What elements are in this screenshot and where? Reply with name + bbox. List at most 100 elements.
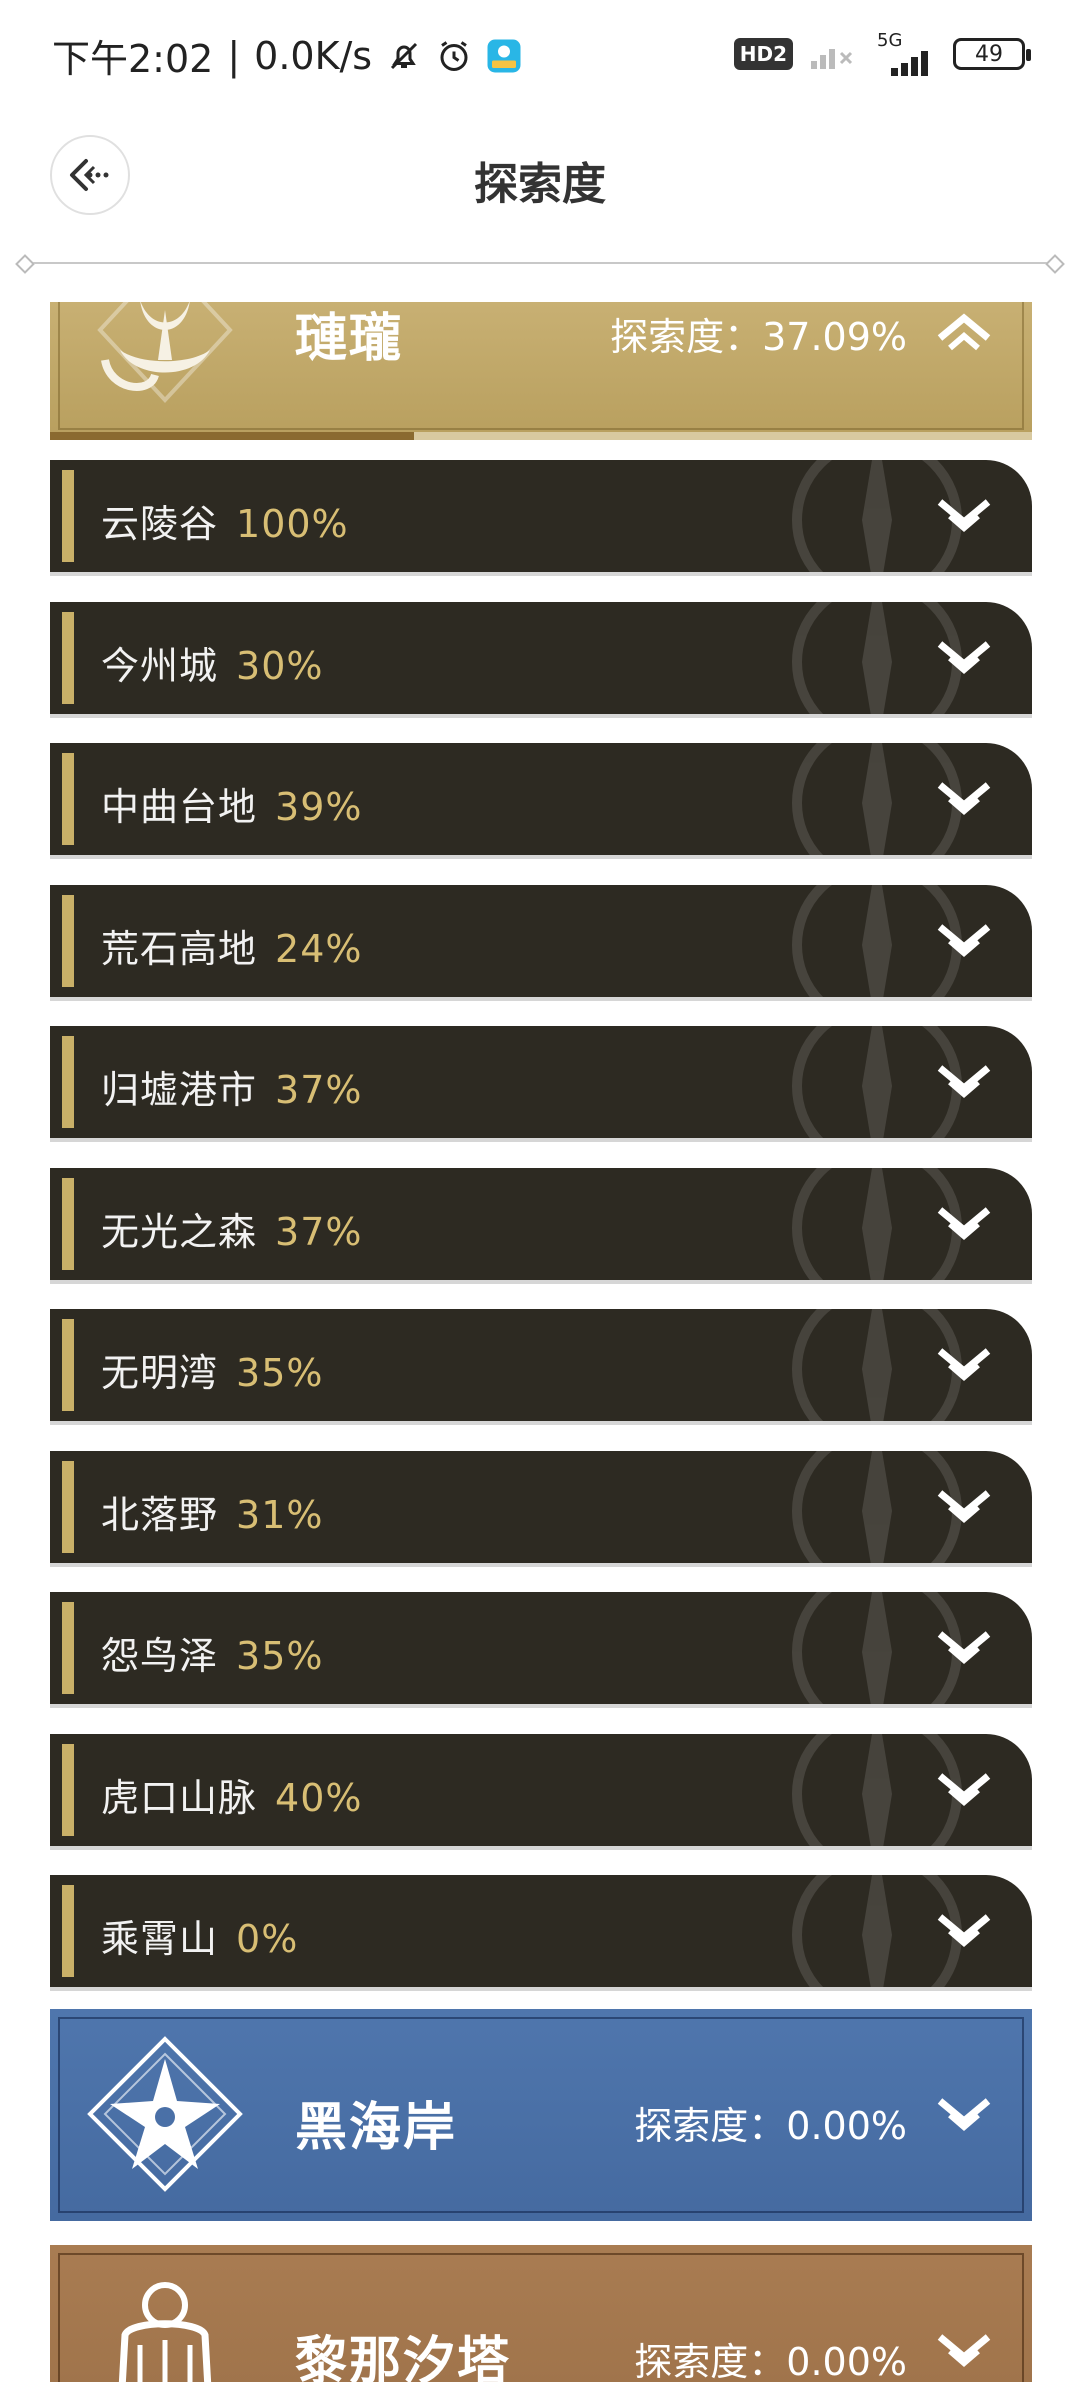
chevron-down-icon[interactable] (934, 1913, 994, 1953)
region-header-heihaian[interactable]: 黑海岸 探索度：0.00% (50, 2009, 1032, 2221)
area-label: 云陵谷 100% (101, 493, 349, 548)
network-type: 5G (877, 30, 903, 51)
chevron-down-icon[interactable] (934, 781, 994, 821)
region-exploration-label: 探索度：37.09% (610, 315, 907, 359)
region-exploration-label: 探索度：0.00% (634, 2340, 907, 2382)
area-accent-bar (62, 1319, 74, 1411)
status-separator: | (227, 33, 241, 78)
area-label: 中曲台地 39% (101, 776, 362, 831)
chevron-down-icon[interactable] (934, 1630, 994, 1670)
status-bar: 下午2:02 | 0.0K/s HD2 5G 49 (0, 0, 1080, 105)
star-emblem-icon (87, 2036, 243, 2192)
area-name: 无明湾 (101, 1351, 219, 1395)
area-accent-bar (62, 1743, 74, 1836)
chevron-down-icon[interactable] (934, 2097, 994, 2137)
chevron-down-icon[interactable] (934, 640, 994, 680)
area-percent: 35% (236, 1351, 324, 1395)
area-label: 虎口山脉 40% (101, 1767, 362, 1822)
region-name: 璉瓏 (295, 309, 404, 369)
signal-weak-icon (811, 49, 853, 69)
area-row[interactable]: 无光之森 37% (50, 1167, 1032, 1284)
header-divider (22, 262, 1058, 264)
app-notification-icon (487, 39, 521, 72)
area-name: 无光之森 (101, 1209, 258, 1254)
area-row[interactable]: 乘霄山 0% (50, 1875, 1032, 1991)
chevron-down-icon[interactable] (934, 1772, 994, 1812)
area-row[interactable]: 今州城 30% (50, 601, 1032, 718)
network-indicator: 5G (877, 32, 935, 76)
chevron-down-icon[interactable] (934, 1206, 994, 1246)
chevron-down-icon[interactable] (934, 1489, 994, 1529)
area-row[interactable]: 云陵谷 100% (50, 460, 1032, 576)
area-name: 云陵谷 (101, 502, 219, 546)
chevron-down-icon[interactable] (934, 1064, 994, 1104)
region-progress-fill (50, 432, 415, 440)
area-label: 今州城 30% (101, 635, 323, 690)
area-percent: 30% (236, 643, 324, 688)
region-header-huanglong[interactable]: 璉瓏 探索度：37.09% (50, 302, 1032, 440)
area-percent: 31% (236, 1492, 324, 1537)
area-accent-bar (62, 470, 74, 562)
chevron-up-icon[interactable] (934, 312, 994, 352)
area-row[interactable]: 怨鸟泽 35% (50, 1592, 1032, 1708)
region-exploration-label: 探索度：0.00% (634, 2104, 907, 2148)
status-left: 下午2:02 | 0.0K/s (52, 28, 522, 83)
region-header-linaxita[interactable]: 黎那汐塔 探索度：0.00% (50, 2245, 1032, 2382)
area-accent-bar (62, 611, 74, 704)
bell-emblem-icon (118, 2282, 212, 2382)
area-percent: 40% (275, 1775, 363, 1820)
area-percent: 100% (236, 502, 349, 546)
exploration-list[interactable]: 璉瓏 探索度：37.09% 云陵谷 100% 今州城 30% 中曲台地 39% 荒石高地 24… (50, 302, 1032, 2382)
bell-off-icon (391, 42, 418, 69)
page-header: 探索度 (0, 110, 1080, 240)
hd-badge: HD2 (733, 38, 793, 70)
region-name: 黎那汐塔 (295, 2332, 512, 2382)
area-name: 今州城 (101, 643, 219, 688)
area-percent: 39% (275, 785, 363, 829)
area-accent-bar (62, 1036, 74, 1128)
area-accent-bar (62, 894, 74, 987)
area-label: 怨鸟泽 35% (101, 1625, 323, 1680)
battery-level: 49 (975, 41, 1003, 67)
area-label: 归墟港市 37% (101, 1059, 362, 1114)
area-percent: 35% (236, 1634, 324, 1678)
signal-strong-icon (891, 51, 928, 76)
area-accent-bar (62, 753, 74, 845)
battery-icon: 49 (953, 38, 1031, 70)
chevron-down-icon[interactable] (934, 923, 994, 963)
area-name: 北落野 (101, 1492, 219, 1537)
area-row[interactable]: 中曲台地 39% (50, 743, 1032, 859)
region-name: 黑海岸 (295, 2098, 458, 2158)
area-percent: 0% (236, 1917, 299, 1961)
alarm-icon (440, 40, 468, 71)
area-row[interactable]: 归墟港市 37% (50, 1026, 1032, 1142)
area-label: 无光之森 37% (101, 1201, 362, 1256)
chevron-down-icon[interactable] (934, 2333, 994, 2373)
chevron-down-icon[interactable] (934, 1347, 994, 1387)
status-time: 下午2:02 (52, 37, 214, 81)
area-accent-bar (62, 1885, 74, 1977)
area-label: 北落野 31% (101, 1484, 323, 1539)
area-name: 怨鸟泽 (101, 1634, 219, 1678)
area-row[interactable]: 无明湾 35% (50, 1309, 1032, 1425)
area-percent: 37% (275, 1068, 363, 1112)
area-label: 乘霄山 0% (101, 1908, 298, 1963)
area-accent-bar (62, 1177, 74, 1270)
area-name: 虎口山脉 (101, 1775, 258, 1820)
chevron-down-icon[interactable] (934, 498, 994, 538)
area-name: 中曲台地 (101, 785, 258, 829)
status-network-speed: 0.0K/s (254, 33, 373, 78)
area-name: 荒石高地 (101, 926, 258, 971)
area-label: 无明湾 35% (101, 1342, 323, 1397)
area-row[interactable]: 北落野 31% (50, 1450, 1032, 1567)
area-percent: 37% (275, 1209, 363, 1254)
area-row[interactable]: 荒石高地 24% (50, 884, 1032, 1001)
area-label: 荒石高地 24% (101, 918, 362, 973)
status-right: HD2 5G 49 (733, 32, 1031, 76)
area-name: 归墟港市 (101, 1068, 258, 1112)
dragon-emblem-icon (97, 302, 233, 403)
area-row[interactable]: 虎口山脉 40% (50, 1733, 1032, 1850)
area-name: 乘霄山 (101, 1917, 219, 1961)
area-percent: 24% (275, 926, 363, 971)
area-accent-bar (62, 1460, 74, 1553)
